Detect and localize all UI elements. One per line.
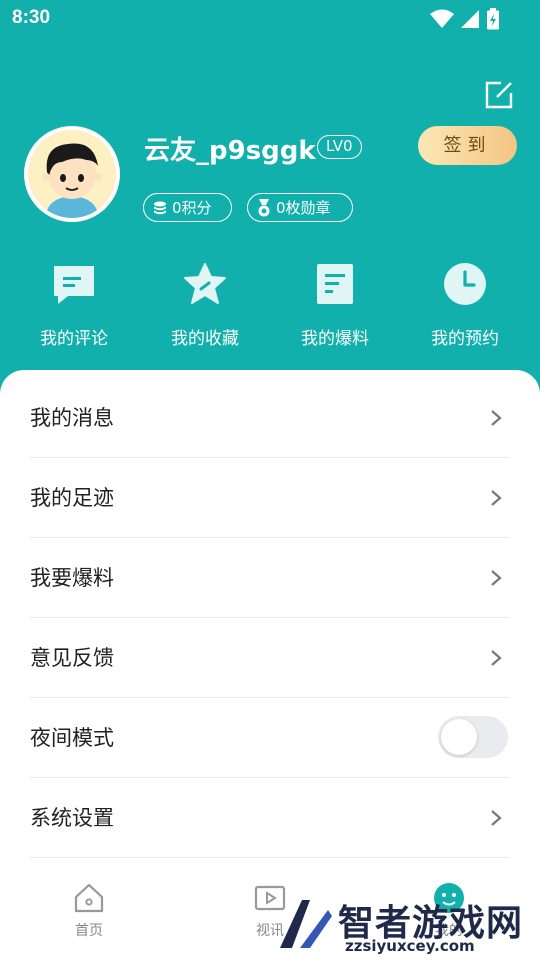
menu-item-feedback[interactable]: 意见反馈 (30, 618, 510, 698)
status-bar: 8:30 (0, 0, 540, 38)
quick-action-label: 我的预约 (431, 329, 499, 349)
menu-item-label: 意见反馈 (30, 646, 114, 670)
home-icon (74, 883, 104, 913)
watermark-domain: zzsiyuxcey.com (345, 937, 475, 955)
quick-action-label: 我的收藏 (171, 329, 239, 349)
cellular-signal-icon (461, 10, 479, 28)
level-badge: LV0 (317, 135, 362, 159)
menu-item-label: 我的足迹 (30, 486, 114, 510)
menu-item-settings[interactable]: 系统设置 (30, 778, 510, 858)
chevron-right-icon (491, 410, 502, 426)
quick-action-label: 我的评论 (40, 329, 108, 349)
watermark-logo (280, 900, 332, 948)
quick-action-reservations[interactable]: 我的预约 (410, 262, 520, 349)
quick-action-reports[interactable]: 我的爆料 (280, 262, 390, 349)
quick-action-label: 我的爆料 (301, 329, 369, 349)
chevron-right-icon (491, 810, 502, 826)
username: 云友_p9sggk (144, 136, 316, 166)
comment-icon (54, 266, 94, 304)
menu-item-night-mode: 夜间模式 (30, 698, 510, 778)
menu-item-messages[interactable]: 我的消息 (30, 378, 510, 458)
battery-icon (487, 8, 499, 30)
checkin-button[interactable]: 签到 (418, 126, 517, 165)
chevron-right-icon (491, 490, 502, 506)
points-pill[interactable]: 0积分 (143, 193, 232, 222)
edit-profile-icon[interactable] (484, 80, 514, 110)
status-icons (430, 8, 500, 30)
medals-label: 0枚勋章 (276, 199, 331, 217)
menu-item-label: 我要爆料 (30, 566, 114, 590)
status-time: 8:30 (12, 7, 51, 28)
avatar-illustration (28, 130, 116, 218)
menu-item-label: 我的消息 (30, 406, 114, 430)
menu-item-label: 夜间模式 (30, 726, 114, 750)
watermark: 智者游戏网 zzsiyuxcey.com (270, 890, 540, 960)
chevron-right-icon (491, 650, 502, 666)
tab-home[interactable]: 首页 (44, 882, 134, 940)
menu-item-label: 系统设置 (30, 806, 114, 830)
toggle-knob (441, 719, 477, 755)
clock-icon (444, 263, 486, 305)
night-mode-toggle[interactable] (438, 716, 508, 758)
medals-pill[interactable]: 0枚勋章 (247, 193, 353, 222)
tab-label: 首页 (75, 923, 103, 939)
document-icon (317, 264, 353, 304)
menu-item-footprints[interactable]: 我的足迹 (30, 458, 510, 538)
star-icon (184, 263, 226, 304)
quick-action-comments[interactable]: 我的评论 (19, 262, 129, 349)
wifi-icon (430, 9, 454, 28)
quick-action-favorites[interactable]: 我的收藏 (150, 262, 260, 349)
chevron-right-icon (491, 570, 502, 586)
medal-icon (258, 198, 270, 216)
coins-icon (154, 201, 166, 214)
points-label: 0积分 (172, 199, 212, 217)
menu-item-submit-report[interactable]: 我要爆料 (30, 538, 510, 618)
avatar[interactable] (24, 126, 120, 222)
